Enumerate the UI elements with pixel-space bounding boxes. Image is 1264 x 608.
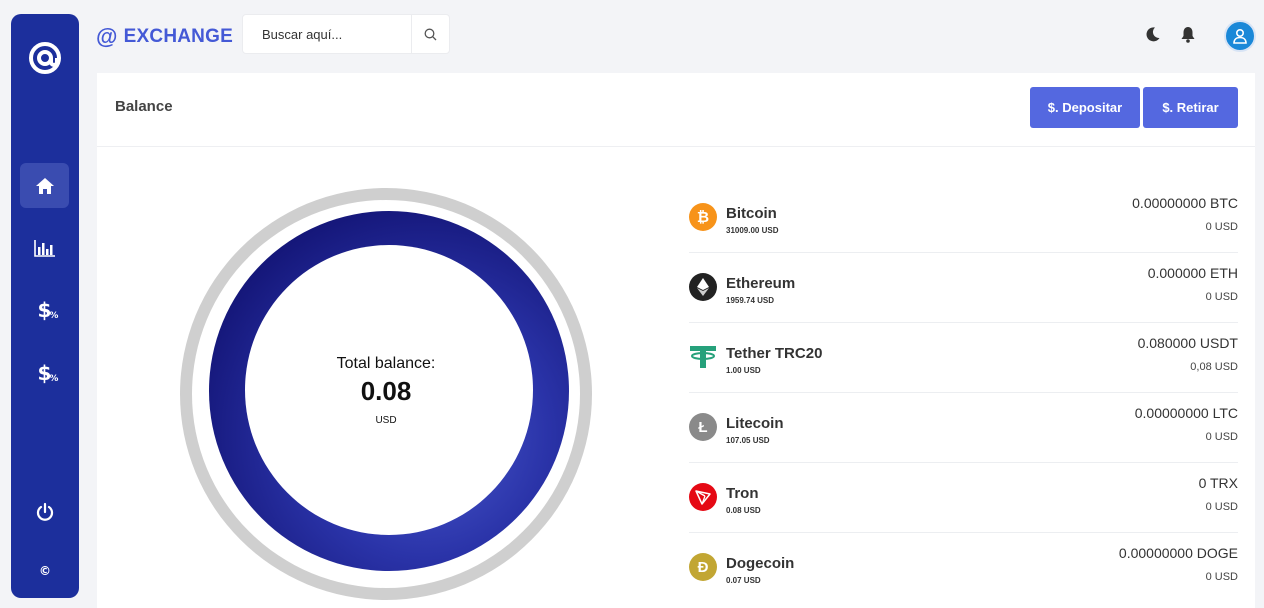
bar-chart-icon [33, 239, 55, 257]
list-item[interactable]: Tether TRC20 1.00 USD 0.080000 USDT 0,08… [689, 323, 1238, 393]
coin-name: Ethereum [726, 275, 796, 292]
moon-icon [1146, 26, 1159, 41]
coin-amount: 0.00000000 LTC [1134, 405, 1238, 421]
search-button[interactable] [411, 15, 449, 53]
search-icon [424, 28, 437, 40]
coin-price: 1.00 USD [726, 366, 761, 375]
coin-price: 31009.00 USD [726, 226, 779, 235]
notifications-button[interactable] [1178, 24, 1198, 44]
coin-usd-value: 0 USD [1205, 501, 1238, 513]
coin-usd-value: 0,08 USD [1190, 361, 1238, 373]
coin-amount: 0 TRX [1198, 475, 1238, 491]
sidebar-item-home[interactable] [20, 163, 69, 208]
sidebar-item-deposit[interactable]: $% [20, 287, 69, 332]
sidebar: $% $% © [11, 14, 79, 598]
litecoin-icon: Ł [689, 413, 717, 441]
coin-name: Bitcoin [726, 205, 777, 222]
home-icon [35, 177, 54, 194]
card-header: Balance $. Depositar $. Retirar [97, 73, 1255, 147]
ethereum-icon [689, 273, 717, 301]
user-icon [1233, 28, 1247, 44]
list-item[interactable]: Tron 0.08 USD 0 TRX 0 USD [689, 463, 1238, 533]
brand-logo[interactable]: @ EXCHANGE [96, 24, 233, 50]
total-balance-value: 0.08 [360, 376, 412, 406]
coin-name: Dogecoin [726, 555, 795, 572]
search-input[interactable] [243, 15, 411, 53]
coin-price: 107.05 USD [726, 436, 770, 445]
coin-amount: 0.000000 ETH [1147, 265, 1238, 281]
coin-name: Tron [726, 485, 759, 502]
list-item[interactable]: ₿ Bitcoin 31009.00 USD 0.00000000 BTC 0 … [689, 183, 1238, 253]
total-balance-label: Total balance: [336, 355, 436, 372]
list-item[interactable]: Ð Dogecoin 0.07 USD 0.00000000 DOGE 0 US… [689, 533, 1238, 603]
coin-amount: 0.00000000 DOGE [1118, 545, 1238, 561]
logout-button[interactable] [20, 489, 69, 534]
tron-icon [689, 483, 717, 511]
dogecoin-icon: Ð [689, 553, 717, 581]
coin-name: Tether TRC20 [726, 345, 823, 362]
list-item[interactable]: Ł Litecoin 107.05 USD 0.00000000 LTC 0 U… [689, 393, 1238, 463]
bell-icon [1181, 26, 1195, 43]
coin-usd-value: 0 USD [1205, 291, 1238, 303]
coin-amount: 0.00000000 BTC [1132, 195, 1238, 211]
power-icon [36, 502, 53, 521]
coin-price: 0.08 USD [726, 506, 761, 515]
card-title: Balance [115, 98, 173, 115]
sidebar-item-withdraw[interactable]: $% [20, 350, 69, 395]
search-box [242, 14, 450, 54]
coin-name: Litecoin [726, 415, 784, 432]
coin-usd-value: 0 USD [1205, 571, 1238, 583]
dollar-percent-icon: $% [37, 360, 59, 385]
coin-price: 0.07 USD [726, 576, 761, 585]
coin-usd-value: 0 USD [1205, 221, 1238, 233]
copyright-icon: © [39, 564, 51, 578]
bitcoin-icon: ₿ [689, 203, 717, 231]
dollar-percent-icon: $% [37, 297, 59, 322]
coin-usd-value: 0 USD [1205, 431, 1238, 443]
total-balance-unit: USD [375, 415, 397, 426]
coin-amount: 0.080000 USDT [1137, 335, 1238, 351]
coin-price: 1959.74 USD [726, 296, 775, 305]
theme-toggle[interactable] [1142, 24, 1162, 44]
app-logo-icon[interactable] [28, 41, 62, 75]
sidebar-item-stats[interactable] [20, 225, 69, 270]
deposit-button[interactable]: $. Depositar [1030, 87, 1140, 128]
avatar[interactable] [1224, 20, 1256, 52]
coin-list: ₿ Bitcoin 31009.00 USD 0.00000000 BTC 0 … [689, 183, 1238, 603]
balance-donut: Total balance: 0.08 USD [180, 188, 592, 600]
list-item[interactable]: Ethereum 1959.74 USD 0.000000 ETH 0 USD [689, 253, 1238, 323]
withdraw-button[interactable]: $. Retirar [1143, 87, 1238, 128]
brand-name: EXCHANGE [123, 26, 233, 47]
brand-symbol: @ [96, 24, 118, 49]
balance-card: Balance $. Depositar $. Retirar Total ba… [97, 73, 1255, 608]
tether-icon [689, 343, 717, 371]
